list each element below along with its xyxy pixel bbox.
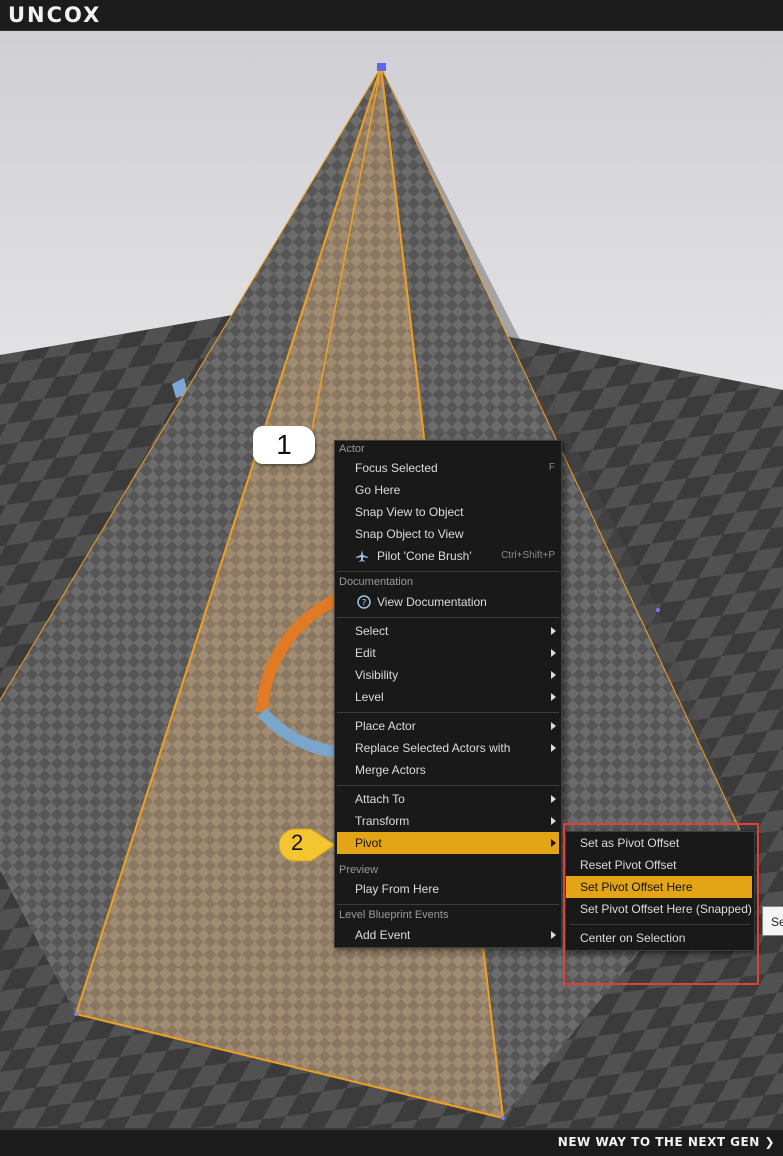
- menu-item-transform[interactable]: Transform: [337, 810, 559, 832]
- vertex-handle: [377, 63, 386, 71]
- shortcut-label: F: [548, 462, 555, 473]
- submenu-arrow-icon: [551, 744, 556, 752]
- menu-item-select[interactable]: Select: [337, 620, 559, 642]
- menu-item-replace-selected[interactable]: Replace Selected Actors with: [337, 737, 559, 759]
- menu-item-snap-view[interactable]: Snap View to Object: [337, 501, 559, 523]
- help-icon: ?: [357, 595, 371, 609]
- tooltip: Se: [762, 906, 783, 936]
- menu-item-attach-to[interactable]: Attach To: [337, 788, 559, 810]
- submenu-arrow-icon: [551, 817, 556, 825]
- airplane-icon: [356, 550, 368, 562]
- step-2-callout: 2: [291, 830, 304, 855]
- annotation-highlight-box: [563, 823, 759, 985]
- step-2-callout-shape: [279, 828, 336, 862]
- bottom-banner: NEW WAY TO THE NEXT GEN ❯: [0, 1128, 783, 1156]
- menu-item-merge-actors[interactable]: Merge Actors: [337, 759, 559, 781]
- section-actor-label: Actor: [339, 443, 365, 455]
- submenu-arrow-icon: [551, 839, 556, 847]
- menu-item-pivot[interactable]: Pivot: [337, 832, 559, 854]
- menu-item-visibility[interactable]: Visibility: [337, 664, 559, 686]
- menu-item-snap-object[interactable]: Snap Object to View: [337, 523, 559, 545]
- menu-item-level[interactable]: Level: [337, 686, 559, 708]
- menu-item-pilot[interactable]: Pilot 'Cone Brush' Ctrl+Shift+P: [337, 545, 559, 567]
- submenu-arrow-icon: [551, 693, 556, 701]
- svg-text:?: ?: [362, 599, 367, 609]
- submenu-arrow-icon: [551, 722, 556, 730]
- menu-divider: [337, 904, 559, 905]
- menu-item-view-documentation[interactable]: ? View Documentation: [337, 591, 559, 613]
- section-documentation-label: Documentation: [339, 576, 413, 588]
- shortcut-label: Ctrl+Shift+P: [501, 550, 555, 561]
- submenu-arrow-icon: [551, 795, 556, 803]
- menu-item-play-from-here[interactable]: Play From Here: [337, 878, 559, 900]
- uncox-logo: UNCOX: [8, 3, 102, 27]
- submenu-arrow-icon: [551, 931, 556, 939]
- step-1-callout: 1: [253, 426, 315, 464]
- menu-divider: [337, 712, 559, 713]
- menu-item-edit[interactable]: Edit: [337, 642, 559, 664]
- menu-item-add-event[interactable]: Add Event: [337, 924, 559, 946]
- menu-item-focus-selected[interactable]: Focus Selected F: [337, 457, 559, 479]
- menu-divider: [337, 785, 559, 786]
- section-preview-label: Preview: [339, 864, 379, 876]
- menu-divider: [337, 617, 559, 618]
- submenu-arrow-icon: [551, 649, 556, 657]
- menu-item-go-here[interactable]: Go Here: [337, 479, 559, 501]
- menu-divider: [337, 571, 559, 572]
- menu-item-place-actor[interactable]: Place Actor: [337, 715, 559, 737]
- submenu-arrow-icon: [551, 671, 556, 679]
- section-blueprint-label: Level Blueprint Events: [339, 909, 449, 921]
- tagline: NEW WAY TO THE NEXT GEN ❯: [557, 1135, 775, 1149]
- actor-context-menu: Actor Focus Selected F Go Here Snap View…: [334, 440, 562, 948]
- top-banner: UNCOX: [0, 0, 783, 31]
- submenu-arrow-icon: [551, 627, 556, 635]
